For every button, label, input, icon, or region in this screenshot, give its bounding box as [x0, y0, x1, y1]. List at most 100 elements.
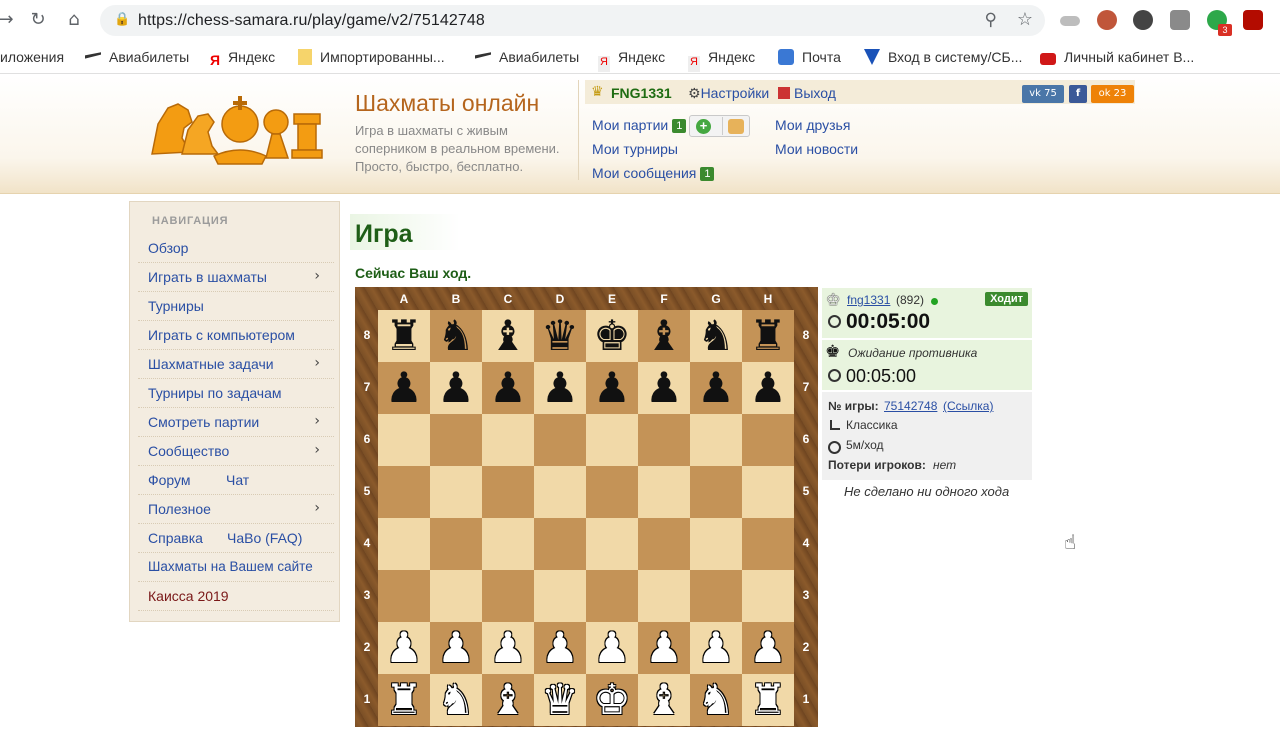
sidebar-item-kaissa-2019[interactable]: Каисса 2019 [138, 582, 334, 611]
square-h5[interactable] [742, 466, 794, 518]
square-b6[interactable] [430, 414, 482, 466]
vk-share-button[interactable]: vk 75 [1022, 85, 1064, 103]
white-pawn-icon[interactable]: ♟ [534, 622, 586, 674]
black-pawn-icon[interactable]: ♟ [430, 362, 482, 414]
square-h1[interactable]: ♜ [742, 674, 794, 726]
square-g1[interactable]: ♞ [690, 674, 742, 726]
square-g2[interactable]: ♟ [690, 622, 742, 674]
bookmark-item[interactable]: Авиабилеты [85, 49, 189, 65]
square-a8[interactable]: ♜ [378, 310, 430, 362]
site-title[interactable]: Шахматы онлайн [355, 90, 539, 117]
square-g5[interactable] [690, 466, 742, 518]
white-pawn-icon[interactable]: ♟ [638, 622, 690, 674]
square-h7[interactable]: ♟ [742, 362, 794, 414]
forum-link[interactable]: Форум [148, 472, 191, 488]
square-g4[interactable] [690, 518, 742, 570]
square-b1[interactable]: ♞ [430, 674, 482, 726]
chess-board[interactable]: ♜ ♞ ♝ ♛ ♚ ♝ ♞ ♜ ♟ ♟ ♟ ♟ ♟ ♟ ♟ ♟ ♟ ♟ ♟ ♟ ♟ ♟ ♟ ♟ ♜ ♞ ♝ ♛ ♚ ♝ ♞ ♜ [378, 310, 794, 726]
square-f3[interactable] [638, 570, 690, 622]
black-knight-icon[interactable]: ♞ [430, 310, 482, 362]
square-d5[interactable] [534, 466, 586, 518]
square-h6[interactable] [742, 414, 794, 466]
reload-icon[interactable]: ↻ [26, 8, 50, 32]
bookmark-item[interactable]: Я Яндекс [688, 49, 755, 72]
square-e5[interactable] [586, 466, 638, 518]
white-pawn-icon[interactable]: ♟ [690, 622, 742, 674]
square-c1[interactable]: ♝ [482, 674, 534, 726]
my-friends-link[interactable]: Мои друзья [775, 117, 850, 133]
sidebar-item-watch-games[interactable]: Смотреть партии › [138, 408, 334, 437]
game-share-link[interactable]: (Ссылка) [943, 399, 993, 413]
extension-icon[interactable] [1170, 10, 1190, 30]
square-a1[interactable]: ♜ [378, 674, 430, 726]
chess-logo-icon[interactable] [148, 94, 324, 168]
square-f6[interactable] [638, 414, 690, 466]
square-c8[interactable]: ♝ [482, 310, 534, 362]
white-pawn-icon[interactable]: ♟ [482, 622, 534, 674]
square-g7[interactable]: ♟ [690, 362, 742, 414]
square-b7[interactable]: ♟ [430, 362, 482, 414]
white-pawn-icon[interactable]: ♟ [378, 622, 430, 674]
square-e6[interactable] [586, 414, 638, 466]
black-rook-icon[interactable]: ♜ [742, 310, 794, 362]
square-f5[interactable] [638, 466, 690, 518]
sidebar-item-overview[interactable]: Обзор [138, 234, 334, 263]
black-bishop-icon[interactable]: ♝ [482, 310, 534, 362]
square-h8[interactable]: ♜ [742, 310, 794, 362]
bookmark-star-icon[interactable]: ☆ [1017, 9, 1033, 30]
zoom-icon[interactable]: ⚲ [985, 10, 997, 30]
black-pawn-icon[interactable]: ♟ [742, 362, 794, 414]
black-pawn-icon[interactable]: ♟ [534, 362, 586, 414]
my-games-link[interactable]: Мои партии 1 [592, 117, 687, 133]
sidebar-item-chess-on-your-site[interactable]: Шахматы на Вашем сайте [138, 553, 334, 582]
square-d3[interactable] [534, 570, 586, 622]
white-bishop-icon[interactable]: ♝ [482, 674, 534, 726]
square-e1[interactable]: ♚ [586, 674, 638, 726]
black-knight-icon[interactable]: ♞ [690, 310, 742, 362]
square-e4[interactable] [586, 518, 638, 570]
white-knight-icon[interactable]: ♞ [690, 674, 742, 726]
black-pawn-icon[interactable]: ♟ [690, 362, 742, 414]
square-b8[interactable]: ♞ [430, 310, 482, 362]
white-knight-icon[interactable]: ♞ [430, 674, 482, 726]
square-d4[interactable] [534, 518, 586, 570]
square-a7[interactable]: ♟ [378, 362, 430, 414]
my-tournaments-link[interactable]: Мои турниры [592, 141, 678, 157]
square-h4[interactable] [742, 518, 794, 570]
square-d8[interactable]: ♛ [534, 310, 586, 362]
url-text[interactable]: https://chess-samara.ru/play/game/v2/751… [138, 12, 485, 30]
extension-icon[interactable] [1133, 10, 1153, 30]
white-king-icon[interactable]: ♚ [586, 674, 638, 726]
sidebar-item-tournaments[interactable]: Турниры [138, 292, 334, 321]
white-pawn-icon[interactable]: ♟ [430, 622, 482, 674]
square-f8[interactable]: ♝ [638, 310, 690, 362]
bookmark-item[interactable]: Импортированны... [298, 49, 445, 65]
sidebar-item-puzzle-tournaments[interactable]: Турниры по задачам [138, 379, 334, 408]
square-c7[interactable]: ♟ [482, 362, 534, 414]
white-queen-icon[interactable]: ♛ [534, 674, 586, 726]
my-news-link[interactable]: Мои новости [775, 141, 858, 157]
square-b3[interactable] [430, 570, 482, 622]
black-pawn-icon[interactable]: ♟ [378, 362, 430, 414]
sidebar-item-puzzles[interactable]: Шахматные задачи › [138, 350, 334, 379]
square-a4[interactable] [378, 518, 430, 570]
square-f7[interactable]: ♟ [638, 362, 690, 414]
square-d6[interactable] [534, 414, 586, 466]
black-pawn-icon[interactable]: ♟ [638, 362, 690, 414]
back-icon[interactable]: → [0, 8, 18, 32]
square-h3[interactable] [742, 570, 794, 622]
square-f1[interactable]: ♝ [638, 674, 690, 726]
square-b4[interactable] [430, 518, 482, 570]
extension-icon[interactable] [1060, 16, 1080, 26]
square-e3[interactable] [586, 570, 638, 622]
white-bishop-icon[interactable]: ♝ [638, 674, 690, 726]
white-rook-icon[interactable]: ♜ [742, 674, 794, 726]
square-a2[interactable]: ♟ [378, 622, 430, 674]
square-c5[interactable] [482, 466, 534, 518]
bookmark-item[interactable]: Я Яндекс [210, 49, 275, 68]
chat-link[interactable]: Чат [226, 472, 249, 488]
square-b5[interactable] [430, 466, 482, 518]
my-messages-link[interactable]: Мои сообщения 1 [592, 165, 715, 181]
square-c2[interactable]: ♟ [482, 622, 534, 674]
bookmark-item[interactable]: Почта [778, 49, 841, 65]
